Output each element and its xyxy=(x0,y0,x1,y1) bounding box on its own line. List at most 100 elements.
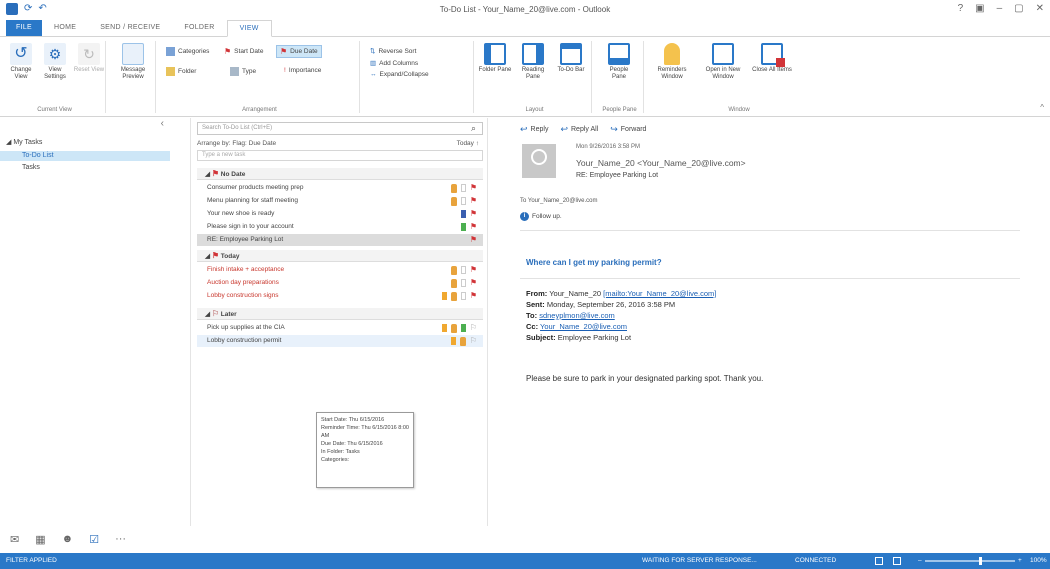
category-icon[interactable] xyxy=(460,292,466,300)
new-task-input[interactable]: Type a new task xyxy=(197,150,483,161)
flag-icon[interactable]: ⚑ xyxy=(470,278,477,288)
collapse-pane-icon[interactable]: ‹ xyxy=(161,118,164,129)
open-new-window-button[interactable]: Open in New Window xyxy=(700,43,746,81)
close-all-items-button[interactable]: Close All Items xyxy=(752,43,792,74)
tab-view[interactable]: VIEW xyxy=(226,20,272,37)
category-icon[interactable] xyxy=(460,184,466,192)
change-view-button[interactable]: ↺ Change View xyxy=(4,43,38,81)
group-header-no-date[interactable]: ◢ ⚑ No Date xyxy=(197,168,483,180)
category-orange-icon[interactable] xyxy=(441,324,447,332)
calendar-icon[interactable]: ▦ xyxy=(35,533,45,546)
task-row[interactable]: Finish intake + acceptance ⚑ xyxy=(197,264,483,276)
flag-icon[interactable]: ⚑ xyxy=(470,209,477,219)
arrange-folder[interactable]: Folder xyxy=(166,67,196,76)
task-row[interactable]: Please sign in to your account ⚑ xyxy=(197,221,483,233)
reverse-sort-button[interactable]: ⇅ Reverse Sort xyxy=(370,47,416,56)
to-link[interactable]: sdneyplmon@live.com xyxy=(539,311,615,320)
group-header-today[interactable]: ◢ ⚑ Today xyxy=(197,250,483,262)
ribbon-display-icon[interactable]: ▣ xyxy=(975,3,984,14)
arrange-due-date[interactable]: ⚑ Due Date xyxy=(276,45,322,58)
flag-icon[interactable]: ⚑ xyxy=(470,196,477,206)
group-label: Later xyxy=(220,311,237,318)
mail-icon[interactable]: ✉ xyxy=(10,533,19,546)
normal-view-icon[interactable] xyxy=(875,557,883,565)
arrange-type[interactable]: Type xyxy=(230,67,256,76)
reading-pane-button[interactable]: Reading Pane xyxy=(516,43,550,81)
task-row[interactable]: Pick up supplies at the CIA ⚐ xyxy=(197,322,483,334)
flag-outline-icon[interactable]: ⚐ xyxy=(470,336,477,346)
message-preview-button[interactable]: Message Preview xyxy=(116,43,150,81)
flag-icon[interactable]: ⚑ xyxy=(470,291,477,301)
flag-icon[interactable]: ⚑ xyxy=(470,183,477,193)
add-columns-button[interactable]: ▥ Add Columns xyxy=(370,59,418,68)
nav-item-to-do-list[interactable]: To-Do List xyxy=(0,151,170,161)
more-icon[interactable]: ··· xyxy=(115,533,126,545)
task-row[interactable]: Your new shoe is ready ⚑ xyxy=(197,208,483,220)
group-header-later[interactable]: ◢ ⚐ Later xyxy=(197,308,483,320)
search-input[interactable]: Search To-Do List (Ctrl+E) xyxy=(197,122,483,135)
category-icon[interactable] xyxy=(460,266,466,274)
reminders-window-button[interactable]: Reminders Window xyxy=(652,43,692,81)
tab-home[interactable]: HOME xyxy=(42,20,88,36)
tab-folder[interactable]: FOLDER xyxy=(172,20,226,36)
to-do-bar-button[interactable]: To-Do Bar xyxy=(554,43,588,74)
tasks-icon[interactable]: ☑ xyxy=(89,533,99,546)
cc-link[interactable]: Your_Name_20@live.com xyxy=(540,322,627,331)
nav-group-my-tasks[interactable]: ◢ My Tasks xyxy=(6,138,42,146)
expand-collapse-label: Expand/Collapse xyxy=(379,71,429,78)
people-icon[interactable]: ☻ xyxy=(62,533,74,545)
expand-collapse-button[interactable]: ↔ Expand/Collapse xyxy=(370,71,429,78)
flag-icon: ⚑ xyxy=(280,47,288,56)
close-icon[interactable]: ✕ xyxy=(1036,3,1044,14)
nav-item-tasks[interactable]: Tasks xyxy=(0,163,170,173)
zoom-slider[interactable] xyxy=(925,557,1015,565)
category-green-icon[interactable] xyxy=(460,223,466,231)
task-row-hovered[interactable]: Lobby construction permit ⚐ xyxy=(197,335,483,347)
reply-all-button[interactable]: ↩ Reply All xyxy=(560,124,598,135)
arrange-start-date[interactable]: ⚑ Start Date xyxy=(224,47,263,56)
people-pane-button[interactable]: People Pane xyxy=(602,43,636,81)
arrange-importance[interactable]: ! Importance xyxy=(284,67,321,74)
collapse-ribbon-icon[interactable]: ^ xyxy=(1040,103,1044,112)
maximize-icon[interactable]: ▢ xyxy=(1014,3,1023,14)
forward-button[interactable]: ↪ Forward xyxy=(610,124,646,135)
reading-view-icon[interactable] xyxy=(893,557,901,565)
zoom-slider-thumb[interactable] xyxy=(979,557,982,565)
arrange-categories[interactable]: Categories xyxy=(166,47,209,56)
task-row[interactable]: Lobby construction signs ⚑ xyxy=(197,290,483,302)
task-row-selected[interactable]: RE: Employee Parking Lot ⚑ xyxy=(197,234,483,246)
category-icon[interactable] xyxy=(460,197,466,205)
search-icon[interactable]: ⌕ xyxy=(471,123,484,134)
categories-label: Categories xyxy=(178,48,210,55)
tab-send-receive[interactable]: SEND / RECEIVE xyxy=(88,20,172,36)
zoom-out-button[interactable]: – xyxy=(918,553,922,569)
tab-file[interactable]: FILE xyxy=(6,20,42,36)
to-do-bar-label: To-Do Bar xyxy=(557,67,585,73)
category-green-icon[interactable] xyxy=(460,324,466,332)
minimize-icon[interactable]: – xyxy=(997,3,1003,14)
folder-pane-button[interactable]: Folder Pane xyxy=(478,43,512,74)
message-sender[interactable]: Your_Name_20 <Your_Name_20@live.com> xyxy=(576,158,746,168)
category-orange-icon[interactable] xyxy=(450,337,456,345)
task-row[interactable]: Auction day preparations ⚑ xyxy=(197,277,483,289)
flag-icon[interactable]: ⚑ xyxy=(470,222,477,232)
task-row[interactable]: Menu planning for staff meeting ⚑ xyxy=(197,195,483,207)
help-icon[interactable]: ? xyxy=(958,3,964,14)
reset-view-button[interactable]: ↻ Reset View xyxy=(72,43,106,74)
reply-button[interactable]: ↩ Reply xyxy=(520,124,548,135)
folder-pane-label: Folder Pane xyxy=(478,67,512,73)
category-icon[interactable] xyxy=(460,279,466,287)
zoom-in-button[interactable]: + xyxy=(1018,553,1022,569)
arrange-by-right[interactable]: Today ↑ xyxy=(457,140,479,147)
task-row[interactable]: Consumer products meeting prep ⚑ xyxy=(197,182,483,194)
sender-avatar[interactable] xyxy=(522,144,556,178)
flag-outline-icon[interactable]: ⚐ xyxy=(470,323,477,333)
zoom-level[interactable]: 100% xyxy=(1030,553,1047,569)
category-blue-icon[interactable] xyxy=(460,210,466,218)
flag-icon[interactable]: ⚑ xyxy=(470,265,477,275)
view-settings-button[interactable]: ⚙ View Settings xyxy=(38,43,72,81)
arrange-by-header[interactable]: Arrange by: Flag: Due Date Today ↑ xyxy=(197,140,483,147)
flag-icon[interactable]: ⚑ xyxy=(470,235,477,245)
from-link[interactable]: [mailto:Your_Name_20@live.com] xyxy=(603,289,716,298)
category-orange-icon[interactable] xyxy=(441,292,447,300)
